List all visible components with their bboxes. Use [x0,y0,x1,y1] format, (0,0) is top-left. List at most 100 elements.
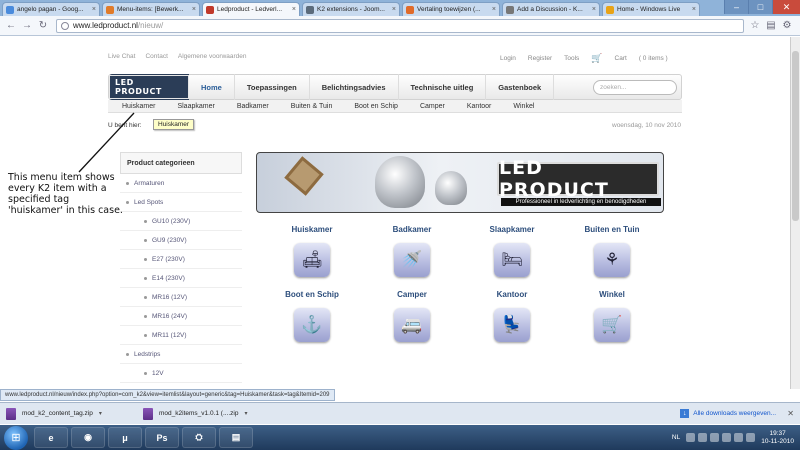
category-title[interactable]: Buiten en Tuin [585,225,640,237]
nav-item-technische-uitleg[interactable]: Technische uitleg [399,74,487,100]
category-tile[interactable]: Winkel 🛒 [562,290,662,342]
tray-icon[interactable] [746,433,756,442]
site-logo[interactable]: LED PRODUCT [109,74,189,100]
cart-icon[interactable]: 🛒 [591,53,602,64]
subnav-item[interactable]: Huiskamer [122,103,155,110]
chevron-down-icon[interactable]: ▾ [99,410,102,417]
tray-icon[interactable] [686,433,696,442]
nav-item-home[interactable]: Home [189,74,235,100]
page-scrollbar[interactable] [790,37,800,389]
minimize-button[interactable]: – [724,0,748,14]
category-title[interactable]: Camper [397,290,427,302]
nav-item-belichtingsadvies[interactable]: Belichtingsadvies [310,74,399,100]
category-tile[interactable]: Badkamer 🚿 [362,225,462,277]
sidebar-item[interactable]: GU10 (230V) [120,212,242,231]
nav-item-toepassingen[interactable]: Toepassingen [235,74,310,100]
maximize-button[interactable]: □ [748,0,772,14]
sidebar-item[interactable]: GU9 (230V) [120,231,242,250]
address-bar[interactable]: www.ledproduct.nl/nieuw/ [56,18,744,33]
taskbar-app-icon[interactable]: e [34,427,68,448]
tray-icon[interactable] [710,433,720,442]
category-title[interactable]: Kantoor [497,290,528,302]
taskbar-app-icon[interactable]: ▤ [219,427,253,448]
sidebar-item[interactable]: Led Spots [120,193,242,212]
subnav-item[interactable]: Kantoor [467,103,492,110]
top-link-live-chat[interactable]: Live Chat [108,53,135,60]
tools-link[interactable]: Tools [564,55,579,62]
category-title[interactable]: Winkel [599,290,625,302]
tab-close-icon[interactable]: × [590,6,596,13]
category-title[interactable]: Huiskamer [292,225,333,237]
start-button[interactable]: ⊞ [4,425,28,450]
subnav-item[interactable]: Winkel [513,103,534,110]
login-link[interactable]: Login [500,55,516,62]
shopping-cart-icon[interactable]: 🛒 [594,308,630,342]
tab-close-icon[interactable]: × [490,6,496,13]
shower-icon[interactable]: 🚿 [394,243,430,277]
all-downloads-link[interactable]: ↓ Alle downloads weergeven... [680,409,776,418]
clock[interactable]: 19:37 10-11-2010 [761,430,794,446]
register-link[interactable]: Register [528,55,552,62]
subnav-item[interactable]: Slaapkamer [177,103,214,110]
taskbar-app-icon[interactable]: Ps [145,427,179,448]
chevron-down-icon[interactable]: ▾ [244,410,247,417]
taskbar-app-icon[interactable]: μ [108,427,142,448]
browser-tab[interactable]: Ledproduct - Ledverl... × [202,2,300,16]
category-title[interactable]: Slaapkamer [490,225,535,237]
taskbar-app-icon[interactable]: ⛭ [182,427,216,448]
sidebar-item[interactable]: E14 (230V) [120,269,242,288]
top-link-contact[interactable]: Contact [145,53,167,60]
flower-icon[interactable]: ⚘ [594,243,630,277]
tab-close-icon[interactable]: × [90,6,96,13]
bookmark-star-icon[interactable]: ☆ [748,19,762,33]
camper-icon[interactable]: 🚐 [394,308,430,342]
category-tile[interactable]: Slaapkamer 🛏 [462,225,562,277]
sidebar-item[interactable]: MR16 (12V) [120,288,242,307]
subnav-item[interactable]: Badkamer [237,103,269,110]
bed-icon[interactable]: 🛏 [494,243,530,277]
download-item[interactable]: mod_k2_content_tag.zip ▾ [6,406,138,422]
sidebar-item[interactable]: MR16 (24V) [120,307,242,326]
category-tile[interactable]: Boot en Schip ⚓ [262,290,362,342]
subnav-item[interactable]: Buiten & Tuin [291,103,333,110]
page-menu-icon[interactable]: ▤ [764,19,778,33]
tab-close-icon[interactable]: × [690,6,696,13]
browser-tab[interactable]: K2 extensions - Joom... × [302,2,400,16]
subnav-item[interactable]: Camper [420,103,445,110]
tray-icon[interactable] [698,433,708,442]
sofa-icon[interactable]: 🛋 [294,243,330,277]
search-input[interactable]: zoeken... [593,80,677,95]
close-window-button[interactable]: ✕ [772,0,800,14]
scrollbar-thumb[interactable] [792,51,799,221]
anchor-icon[interactable]: ⚓ [294,308,330,342]
tab-close-icon[interactable]: × [290,6,296,13]
top-link-terms[interactable]: Algemene voorwaarden [178,53,247,60]
category-tile[interactable]: Buiten en Tuin ⚘ [562,225,662,277]
sidebar-item[interactable]: E27 (230V) [120,250,242,269]
cart-label[interactable]: Cart [615,55,627,62]
tab-close-icon[interactable]: × [190,6,196,13]
category-tile[interactable]: Kantoor 💺 [462,290,562,342]
tab-close-icon[interactable]: × [390,6,396,13]
desk-worker-icon[interactable]: 💺 [494,308,530,342]
sidebar-item[interactable]: Armaturen [120,174,242,193]
forward-button[interactable]: → [20,19,34,33]
browser-tab[interactable]: Menu-items: [Bewerk... × [102,2,200,16]
taskbar-app-icon[interactable]: ◉ [71,427,105,448]
category-tile[interactable]: Huiskamer 🛋 [262,225,362,277]
tray-icon[interactable] [722,433,732,442]
download-item[interactable]: mod_k2items_v1.0.1 (....zip ▾ [143,406,275,422]
subnav-item[interactable]: Boot en Schip [354,103,398,110]
category-title[interactable]: Boot en Schip [285,290,339,302]
reload-button[interactable]: ↻ [36,19,50,33]
nav-item-gastenboek[interactable]: Gastenboek [486,74,555,100]
sidebar-item[interactable]: MR11 (12V) [120,326,242,345]
browser-tab[interactable]: angelo pagan - Goog... × [2,2,100,16]
wrench-icon[interactable]: ⚙ [780,19,794,33]
back-button[interactable]: ← [4,19,18,33]
category-tile[interactable]: Camper 🚐 [362,290,462,342]
sidebar-item[interactable]: 12V [120,364,242,383]
tray-icon[interactable] [734,433,744,442]
category-title[interactable]: Badkamer [393,225,432,237]
language-indicator[interactable]: NL [672,434,680,441]
